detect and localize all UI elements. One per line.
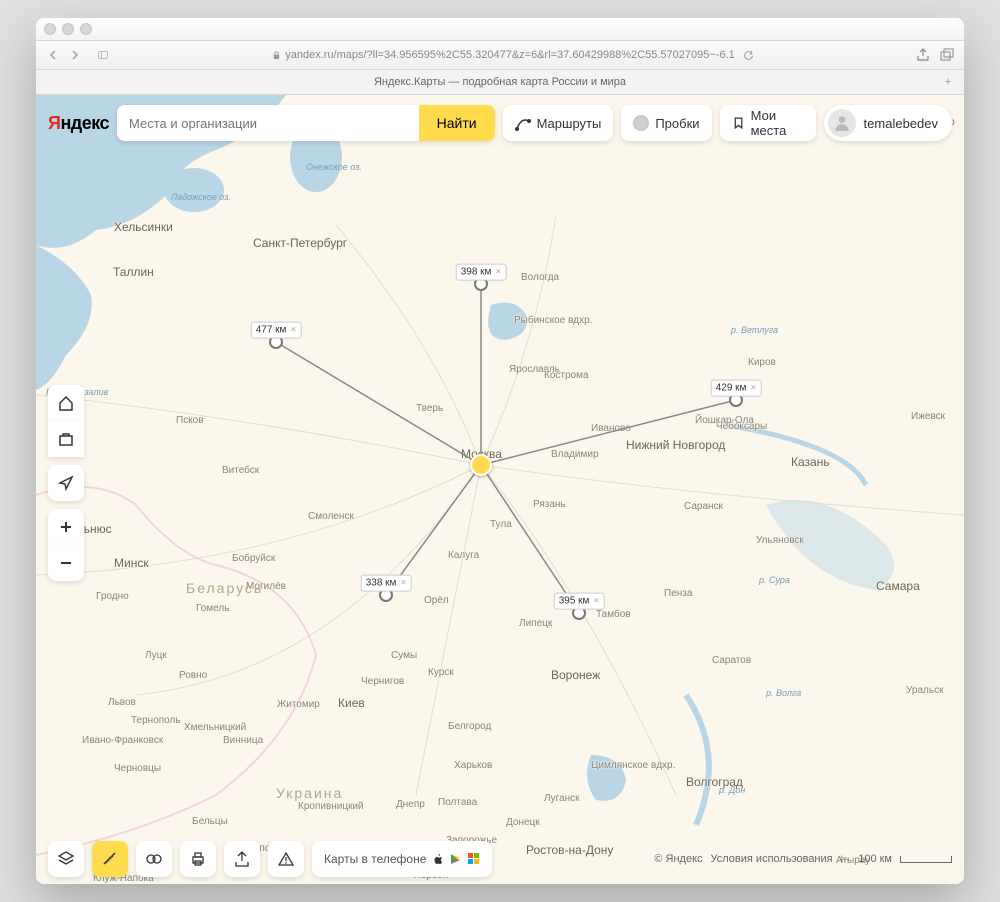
terms-link[interactable]: Условия использования [711, 853, 833, 865]
layers-button[interactable] [48, 841, 84, 877]
url-text: yandex.ru/maps/?ll=34.956595%2C55.320477… [285, 49, 735, 61]
lock-icon [272, 51, 281, 60]
avatar-icon [828, 109, 856, 137]
bookmarks-button[interactable]: Мои места [720, 105, 816, 141]
ruler-remove-icon[interactable]: × [400, 578, 406, 589]
routes-label: Маршруты [537, 116, 602, 131]
browser-window: yandex.ru/maps/?ll=34.956595%2C55.320477… [36, 18, 964, 884]
routes-icon [515, 115, 531, 131]
bookmark-icon [732, 115, 745, 131]
locate-button[interactable] [48, 465, 84, 501]
ruler-remove-icon[interactable]: × [750, 383, 756, 394]
traffic-icon [633, 115, 649, 131]
feedback-button[interactable] [268, 841, 304, 877]
routes-button[interactable]: Маршруты [503, 105, 614, 141]
tab-title[interactable]: Яндекс.Карты — подробная карта России и … [374, 76, 626, 88]
side-tools [48, 385, 84, 581]
ruler-distance-value: 429 км [716, 383, 747, 394]
ruler-distance-value: 398 км [461, 267, 492, 278]
ruler-remove-icon[interactable]: × [290, 325, 296, 336]
user-menu[interactable]: temalebedev [824, 105, 952, 141]
scale-value: 100 км [858, 853, 892, 865]
ruler-distance-badge[interactable]: 477 км× [251, 322, 302, 339]
top-controls: Яндекс Найти Маршруты Пробки Мои места [48, 105, 952, 141]
window-titlebar [36, 18, 964, 41]
ruler-distance-badge[interactable]: 395 км× [554, 593, 605, 610]
bookmarks-label: Мои места [751, 108, 804, 138]
address-bar[interactable]: yandex.ru/maps/?ll=34.956595%2C55.320477… [118, 49, 908, 61]
forward-button[interactable] [68, 48, 82, 62]
windows-store-icon [468, 853, 480, 865]
work-button[interactable] [48, 421, 84, 457]
bottom-bar: Карты в телефоне © Яндекс Условия исполь… [48, 841, 952, 877]
ruler-distance-value: 395 км [559, 596, 590, 607]
ruler-origin[interactable] [470, 454, 492, 476]
traffic-button[interactable]: Пробки [621, 105, 711, 141]
ruler-remove-icon[interactable]: × [495, 267, 501, 278]
copyright-yandex: © Яндекс [654, 853, 702, 865]
browser-toolbar: yandex.ru/maps/?ll=34.956595%2C55.320477… [36, 41, 964, 70]
traffic-label: Пробки [655, 116, 699, 131]
window-close-button[interactable] [44, 23, 56, 35]
mobile-apps-pill[interactable]: Карты в телефоне [312, 841, 492, 877]
reload-icon[interactable] [743, 50, 754, 61]
logo-ya: Я [48, 113, 60, 133]
ruler-remove-icon[interactable]: × [593, 596, 599, 607]
ruler-distance-value: 338 км [366, 578, 397, 589]
home-button[interactable] [48, 385, 84, 421]
scale-bar [900, 856, 952, 863]
google-play-icon [450, 853, 462, 865]
map-viewport[interactable]: ХельсинкиТаллинРигаВильнюсМинскКиевСанкт… [36, 95, 964, 884]
ruler-distance-badge[interactable]: 338 км× [361, 575, 412, 592]
ruler-distance-value: 477 км [256, 325, 287, 336]
yandex-logo[interactable]: Яндекс [48, 113, 109, 134]
logo-ndex: ндекс [60, 113, 109, 133]
tab-bar: Яндекс.Карты — подробная карта России и … [36, 70, 964, 95]
zoom-out-button[interactable] [48, 545, 84, 581]
window-minimize-button[interactable] [62, 23, 74, 35]
window-zoom-button[interactable] [80, 23, 92, 35]
mobile-apps-label: Карты в телефоне [324, 852, 426, 866]
print-button[interactable] [180, 841, 216, 877]
ruler-distance-badge[interactable]: 429 км× [711, 380, 762, 397]
sidebar-toggle-button[interactable] [96, 48, 110, 62]
share-map-button[interactable] [224, 841, 260, 877]
map-background[interactable] [36, 95, 964, 884]
search-button[interactable]: Найти [419, 105, 495, 141]
ruler-button[interactable] [92, 841, 128, 877]
back-button[interactable] [46, 48, 60, 62]
tabs-icon[interactable] [940, 48, 954, 62]
zoom-in-button[interactable] [48, 509, 84, 545]
new-tab-button[interactable]: + [940, 74, 956, 90]
apple-icon [432, 853, 444, 865]
user-name: temalebedev [864, 116, 938, 131]
panoramas-button[interactable] [136, 841, 172, 877]
scale-icon: ⊢ [841, 853, 851, 866]
ruler-distance-badge[interactable]: 398 км× [456, 264, 507, 281]
search-input[interactable] [117, 105, 419, 141]
search-box: Найти [117, 105, 495, 141]
share-icon[interactable] [916, 48, 930, 62]
